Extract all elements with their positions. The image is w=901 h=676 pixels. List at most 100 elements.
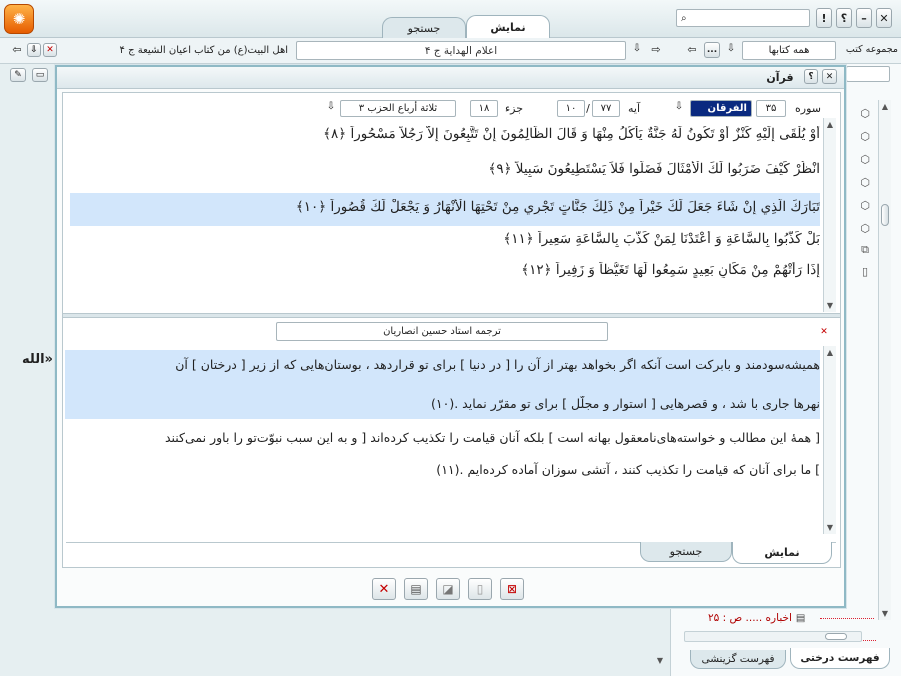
book-icon[interactable]: ⬡ (858, 223, 872, 235)
search-icon: ⌕ (681, 12, 687, 24)
quran-window-titlebar (57, 67, 844, 89)
help-button[interactable]: ؟ (836, 8, 852, 28)
ayah-line[interactable]: إِذَا رَأَتْهُمْ مِنْ مَكَانٍ بَعِيدٍ سَ… (68, 262, 820, 278)
top-tab-show[interactable]: نمایش (466, 15, 550, 39)
page-icon: ▤ (795, 612, 806, 624)
close-icon: ✕ (825, 71, 834, 82)
pane-divider[interactable] (63, 313, 840, 318)
close-quran-button[interactable]: ✕ (372, 578, 396, 600)
close-app-button[interactable]: ✕ (876, 8, 892, 28)
note-button[interactable]: ▯ (468, 578, 492, 600)
book-icon[interactable]: ⬡ (858, 200, 872, 212)
surah-dropdown-icon[interactable]: ⇩ (672, 101, 686, 116)
tree-connector (820, 618, 874, 619)
open-book-icon[interactable]: ⧉ (858, 244, 872, 256)
tree-scrollbar[interactable]: ▲ ▼ (878, 100, 891, 620)
tree-item[interactable]: اخباره ..... ص : ۲۵ ▤ (708, 610, 820, 626)
juz-label: جزء (504, 102, 524, 115)
export-button[interactable]: ◪ (436, 578, 460, 600)
nav-prev-icon[interactable]: ⇦ (684, 43, 700, 57)
left-panel-scroll-down-icon[interactable]: ▼ (654, 656, 666, 668)
hscroll-thumb[interactable] (825, 633, 847, 640)
layout-icon: ▭ (35, 70, 45, 80)
sort-button[interactable]: ! (816, 8, 832, 28)
nav-back-icon[interactable]: ⇦ (10, 43, 24, 57)
book-title-left[interactable]: اهل البیت(ع) من کتاب اعیان الشیعة ج ۴ (60, 43, 288, 59)
quran-close-button[interactable]: ✕ (822, 69, 837, 84)
page-icon[interactable]: ▯ (858, 266, 872, 278)
ayah-line[interactable]: أَوْ يُلْقَى إِلَيْهِ كَنْزٌ أَوْ تَكُون… (68, 126, 820, 142)
juz-field[interactable]: ۱۸ (470, 100, 498, 117)
translation-close-button[interactable]: ✕ (817, 325, 831, 339)
scroll-up-icon[interactable]: ▲ (879, 102, 891, 111)
close-icon: ✕ (46, 45, 54, 55)
translation-line[interactable]: نهرها جاری با شد ، و قصرهایی [ استوار و … (65, 396, 820, 411)
close-icon: ✕ (879, 11, 889, 25)
global-search-input[interactable]: ⌕ (676, 9, 810, 27)
ayah-current-field[interactable]: ۱۰ (557, 100, 585, 117)
translator-select[interactable]: ترجمه استاد حسین انصاریان (276, 322, 608, 341)
layout-button[interactable]: ▭ (32, 68, 48, 82)
translation-line[interactable]: ] ما برای آنان که قیامت را تکذیب کنند ، … (65, 462, 820, 477)
tree-item-label: اخباره ..... ص : ۲۵ (708, 612, 792, 624)
book-icon[interactable]: ⬡ (858, 154, 872, 166)
book-icon[interactable]: ⬡ (858, 177, 872, 189)
delete-icon: ⊠ (506, 582, 518, 596)
quran-tab-show[interactable]: نمایش (732, 542, 832, 564)
wrench-button[interactable]: ✎ (10, 68, 26, 82)
print-button[interactable]: ▤ (404, 578, 428, 600)
minimize-icon: – (861, 11, 867, 25)
close-icon: ✕ (820, 327, 828, 337)
tree-tab-tree[interactable]: فهرست درختی (790, 648, 890, 669)
background-text-fragment: الله» (22, 352, 53, 367)
quran-text-scrollbar[interactable]: ▲ ▼ (823, 118, 836, 312)
collection-dropdown-icon[interactable]: ⇩ (724, 43, 738, 57)
surah-number-field[interactable]: ۳۵ (756, 100, 786, 117)
ayah-line[interactable]: بَلْ كَذَّبُوا بِالسَّاعَةِ وَ أَعْتَدْن… (68, 231, 820, 247)
surah-label: سوره (795, 102, 821, 115)
ayah-separator: / (586, 102, 590, 115)
book-title-right[interactable]: اعلام الهدایة ج ۴ (296, 41, 626, 60)
scroll-thumb[interactable] (881, 204, 889, 226)
noor-logo-icon: ✺ (12, 10, 26, 28)
book-icon[interactable]: ⬡ (858, 131, 872, 143)
nav-close-button[interactable]: ✕ (43, 43, 57, 57)
ayah-line[interactable]: انْظُرْ كَيْفَ ضَرَبُوا لَكَ الْأَمْثَال… (68, 161, 820, 177)
nav-down-button[interactable]: ⇩ (27, 43, 41, 57)
tree-tab-selected[interactable]: فهرست گزینشی (690, 650, 786, 669)
tree-search-input[interactable] (846, 66, 890, 82)
book-icon[interactable]: ⬡ (858, 108, 872, 120)
ayah-label: آیه (627, 102, 640, 115)
translation-scrollbar[interactable]: ▲ ▼ (823, 346, 836, 534)
minimize-button[interactable]: – (856, 8, 872, 28)
more-button[interactable]: ... (704, 42, 720, 58)
tree-hscrollbar[interactable] (684, 631, 862, 642)
ayah-line[interactable]: تَبَارَكَ الَّذِي إِنْ شَاءَ جَعَلَ لَكَ… (68, 199, 820, 215)
arrow-down-icon: ⇩ (30, 45, 38, 55)
top-tab-search[interactable]: جستجو (382, 17, 466, 38)
scroll-up-icon[interactable]: ▲ (824, 348, 836, 357)
printer-icon: ▤ (410, 582, 422, 596)
app-logo[interactable]: ✺ (4, 4, 34, 34)
ayah-total-field: ۷۷ (592, 100, 620, 117)
quran-window-title: قرآن (766, 71, 794, 84)
wrench-icon: ✎ (14, 70, 22, 80)
close-icon: ✕ (378, 581, 390, 597)
hizb-field[interactable]: ثلاثة أرباع الحزب ۳ (340, 100, 456, 117)
scroll-down-icon[interactable]: ▼ (824, 301, 836, 310)
translation-line[interactable]: [ همهٔ این مطالب و خواسته‌های‌نامعقول به… (65, 430, 820, 445)
nav-dropdown-icon[interactable]: ⇩ (630, 43, 644, 57)
scroll-down-icon[interactable]: ▼ (824, 523, 836, 532)
nav-forward-icon[interactable]: ⇨ (648, 43, 664, 57)
surah-name-field[interactable]: الفرقان (690, 100, 752, 117)
note-icon: ▯ (476, 582, 484, 596)
collection-label: مجموعه کتب (845, 44, 898, 55)
hizb-dropdown-icon[interactable]: ⇩ (324, 101, 338, 116)
scroll-up-icon[interactable]: ▲ (824, 120, 836, 129)
quran-help-button[interactable]: ؟ (804, 69, 818, 84)
delete-note-button[interactable]: ⊠ (500, 578, 524, 600)
collection-select[interactable]: همه کتابها (742, 41, 836, 60)
translation-line[interactable]: همیشه‌سودمند و بابرکت است آنکه اگر بخواه… (65, 357, 820, 372)
scroll-down-icon[interactable]: ▼ (879, 609, 891, 618)
quran-tab-search[interactable]: جستجو (640, 542, 732, 562)
